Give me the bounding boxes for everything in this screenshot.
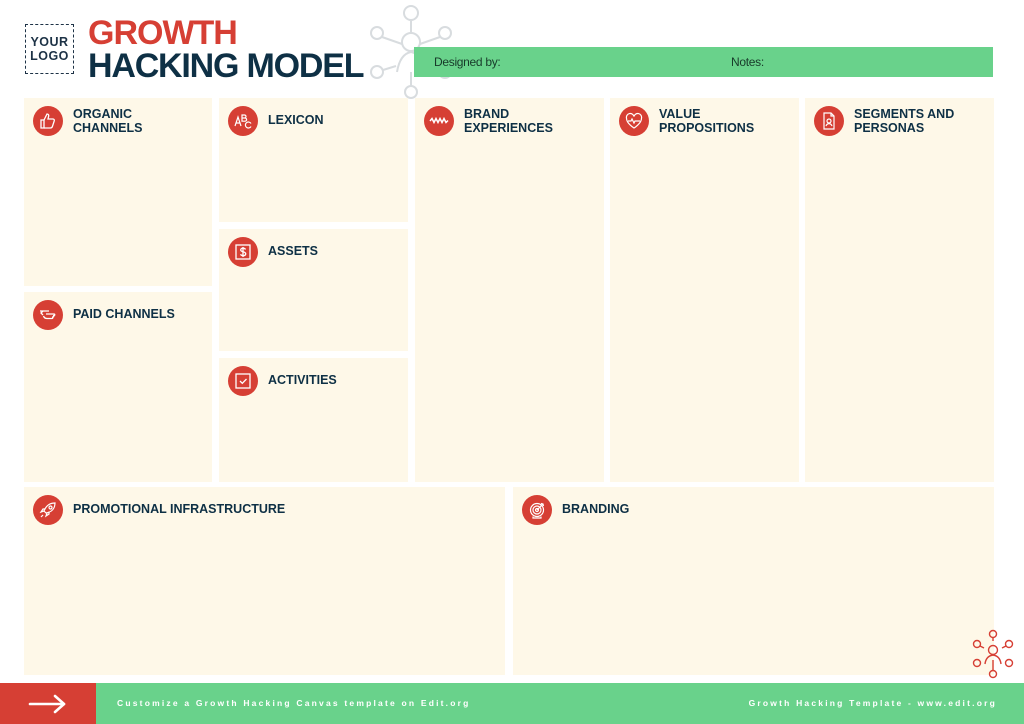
checkbox-icon bbox=[228, 366, 258, 396]
section-value-propositions[interactable]: VALUE PROPOSITIONS bbox=[610, 98, 799, 482]
section-label: ACTIVITIES bbox=[268, 373, 337, 387]
wave-icon bbox=[424, 106, 454, 136]
rocket-icon bbox=[33, 495, 63, 525]
section-label: PAID CHANNELS bbox=[73, 307, 175, 321]
heart-pulse-icon bbox=[619, 106, 649, 136]
designed-by-field[interactable]: Designed by: bbox=[434, 55, 501, 69]
section-organic-channels[interactable]: ORGANIC CHANNELS bbox=[24, 98, 212, 286]
dollar-icon bbox=[228, 237, 258, 267]
section-label: ASSETS bbox=[268, 244, 319, 258]
section-label: VALUE PROPOSITIONS bbox=[659, 107, 755, 135]
section-label: PROMOTIONAL INFRASTRUCTURE bbox=[73, 502, 286, 516]
footer-bar: Customize a Growth Hacking Canvas templa… bbox=[96, 683, 1024, 724]
section-paid-channels[interactable]: PAID CHANNELS bbox=[24, 292, 212, 482]
page-title-line-2: HACKING MODEL bbox=[88, 47, 364, 85]
section-label: LEXICON bbox=[268, 113, 324, 127]
page-title-line-1: GROWTH bbox=[88, 14, 238, 52]
persona-document-icon bbox=[814, 106, 844, 136]
footer-arrow-block[interactable] bbox=[0, 683, 96, 724]
section-brand-experiences[interactable]: BRAND EXPERIENCES bbox=[415, 98, 604, 482]
footer-site-link[interactable]: Growth Hacking Template - www.edit.org bbox=[749, 698, 997, 708]
section-label: SEGMENTS AND PERSONAS bbox=[854, 107, 955, 135]
section-lexicon[interactable]: LEXICON bbox=[219, 98, 408, 222]
pointing-hand-icon bbox=[33, 300, 63, 330]
section-activities[interactable]: ACTIVITIES bbox=[219, 358, 408, 482]
section-assets[interactable]: ASSETS bbox=[219, 229, 408, 351]
logo-placeholder[interactable]: YOUR LOGO bbox=[25, 24, 74, 74]
section-label: ORGANIC CHANNELS bbox=[73, 107, 143, 135]
section-branding[interactable]: BRANDING bbox=[513, 487, 994, 675]
section-label: BRANDING bbox=[562, 502, 630, 516]
info-bar: Designed by: Notes: bbox=[414, 47, 993, 77]
abc-icon bbox=[228, 106, 258, 136]
target-icon bbox=[522, 495, 552, 525]
logo-line-1: YOUR bbox=[30, 35, 69, 49]
thumbs-up-icon bbox=[33, 106, 63, 136]
section-label: BRAND EXPERIENCES bbox=[464, 107, 553, 135]
notes-field[interactable]: Notes: bbox=[731, 55, 764, 69]
section-promotional-infrastructure[interactable]: PROMOTIONAL INFRASTRUCTURE bbox=[24, 487, 505, 675]
arrow-right-icon bbox=[28, 694, 66, 713]
footer-cta-link[interactable]: Customize a Growth Hacking Canvas templa… bbox=[117, 698, 471, 708]
logo-line-2: LOGO bbox=[30, 49, 69, 63]
section-segments-personas[interactable]: SEGMENTS AND PERSONAS bbox=[805, 98, 994, 482]
network-people-icon bbox=[972, 629, 1014, 679]
